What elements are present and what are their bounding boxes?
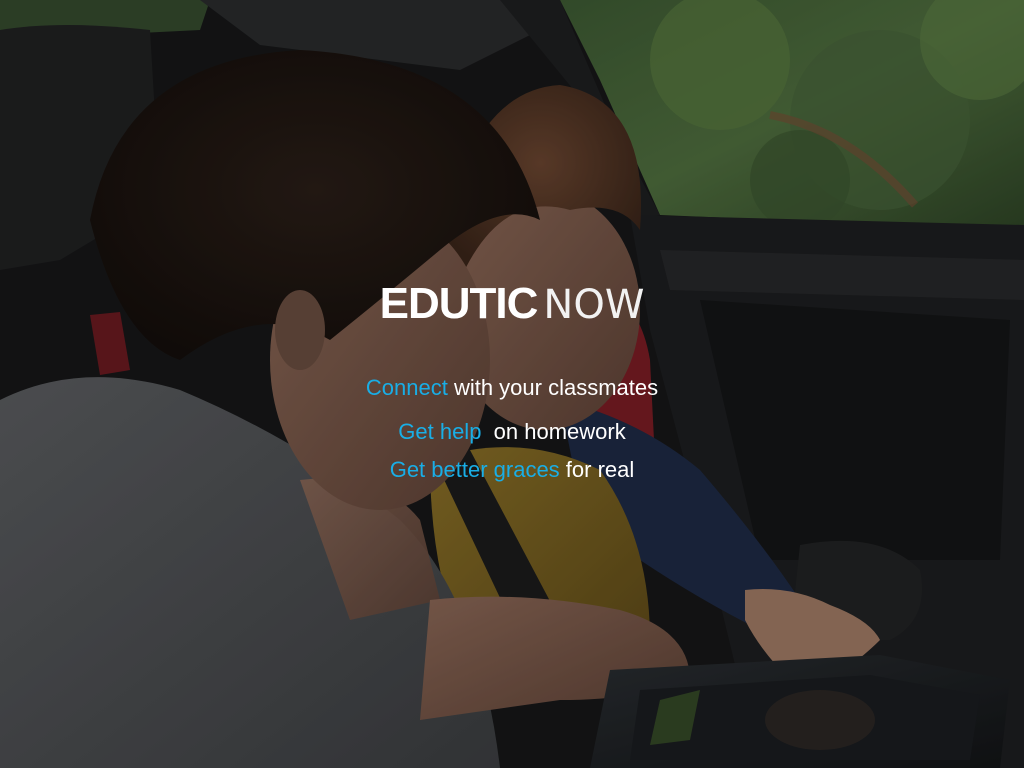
tagline-grades: Get better graces for real [0, 457, 1024, 483]
splash-screen: EDUTIC NOW Connect with your classmates G… [0, 0, 1024, 768]
tagline-text: for real [559, 457, 635, 482]
tagline-text: on homework [481, 419, 626, 444]
splash-content: EDUTIC NOW Connect with your classmates G… [0, 0, 1024, 768]
brand-logo: EDUTIC NOW [0, 280, 1024, 329]
tagline-highlight: Get help [398, 419, 482, 444]
brand-logo-light: NOW [543, 282, 645, 328]
tagline-highlight: Connect [365, 375, 448, 400]
tagline-text: with your classmates [447, 375, 659, 400]
tagline-highlight: Get better graces [389, 457, 560, 482]
tagline-connect: Connect with your classmates [0, 375, 1024, 401]
brand-logo-bold: EDUTIC [379, 279, 539, 328]
tagline-help: Get help on homework [0, 419, 1024, 445]
